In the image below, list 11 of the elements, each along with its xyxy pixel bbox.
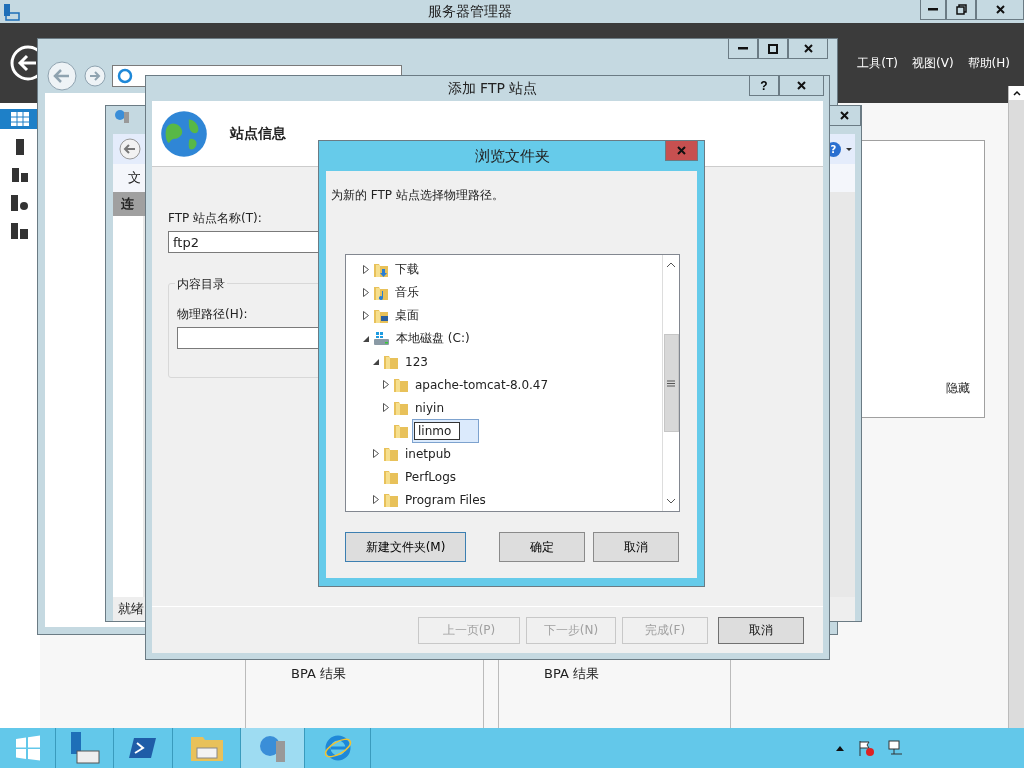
page-heading: 站点信息 — [230, 124, 286, 143]
tile-title: BPA 结果 — [544, 666, 599, 681]
dialog-title: 浏览文件夹 — [473, 146, 551, 166]
group-label: 内容目录 — [175, 276, 227, 293]
dialog-title: 添加 FTP 站点 — [446, 79, 539, 98]
status-text: 就绪 — [118, 600, 144, 618]
prompt-text: 为新的 FTP 站点选择物理路径。 — [331, 187, 505, 204]
field-label: 物理路径(H): — [177, 307, 248, 321]
field-label: FTP 站点名称(T): — [168, 210, 263, 227]
tile-title: BPA 结果 — [291, 666, 346, 681]
window-title: 服务器管理器 — [427, 2, 513, 21]
